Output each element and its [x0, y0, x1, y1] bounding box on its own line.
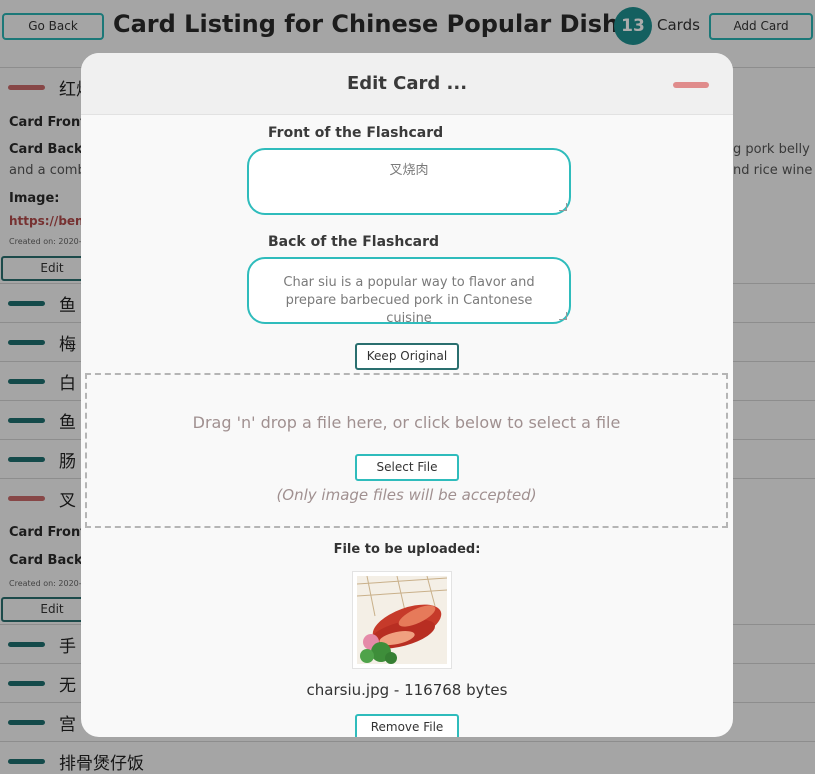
modal-header: Edit Card ...	[81, 53, 733, 115]
close-icon[interactable]	[673, 82, 709, 88]
uploaded-image-preview	[352, 571, 452, 669]
back-textarea[interactable]: Char siu is a popular way to flavor and …	[247, 257, 571, 326]
file-dropzone[interactable]: Drag 'n' drop a file here, or click belo…	[85, 373, 728, 528]
food-image	[356, 575, 448, 664]
file-info: charsiu.jpg - 116768 bytes	[306, 681, 508, 699]
dropzone-instructions: Drag 'n' drop a file here, or click belo…	[192, 413, 621, 432]
upload-label: File to be uploaded:	[333, 542, 481, 557]
accepted-files-note: (Only image files will be accepted)	[276, 486, 537, 504]
edit-card-modal: Edit Card ... Front of the Flashcard 叉烧肉…	[81, 53, 733, 737]
resize-handle-icon[interactable]	[559, 203, 567, 211]
modal-title: Edit Card ...	[346, 73, 468, 94]
front-field-label: Front of the Flashcard	[268, 125, 444, 141]
keep-original-button[interactable]: Keep Original	[355, 343, 459, 370]
select-file-button[interactable]: Select File	[355, 454, 459, 481]
remove-file-button[interactable]: Remove File	[355, 714, 459, 737]
resize-handle-icon[interactable]	[559, 312, 567, 320]
front-textarea-value: 叉烧肉	[389, 163, 429, 178]
front-textarea[interactable]: 叉烧肉	[247, 148, 571, 215]
back-field-label: Back of the Flashcard	[268, 234, 439, 250]
back-textarea-value: Char siu is a popular way to flavor and …	[283, 275, 535, 326]
